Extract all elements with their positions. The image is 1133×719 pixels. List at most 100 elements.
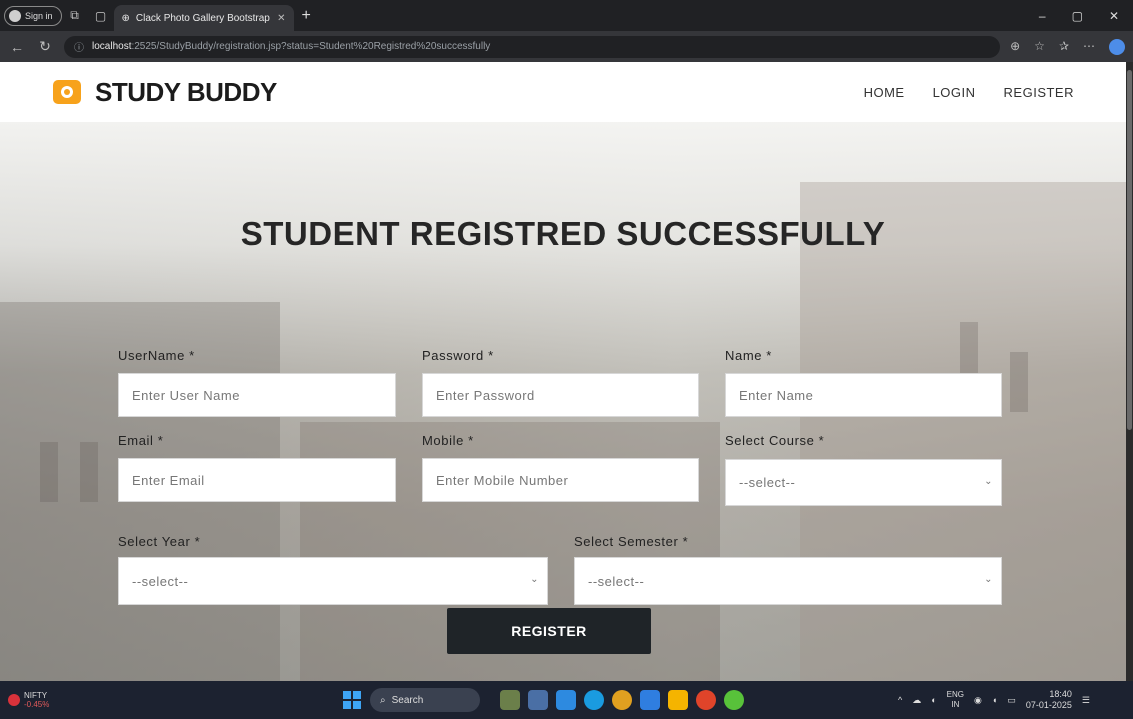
username-label: UserName *: [118, 348, 195, 363]
semester-label: Select Semester *: [574, 534, 689, 549]
extensions-icon[interactable]: ⧉: [62, 8, 88, 23]
stock-widget[interactable]: NIFTY -0.45%: [8, 691, 49, 709]
email-field[interactable]: [118, 458, 396, 502]
widgets-icon[interactable]: [500, 690, 520, 710]
info-icon: ⓘ: [74, 43, 84, 54]
register-button[interactable]: REGISTER: [447, 608, 651, 654]
chevron-down-icon: ⌄: [984, 476, 993, 487]
username-field[interactable]: [118, 373, 396, 417]
course-select-value: --select--: [739, 475, 796, 490]
url-host: localhost: [92, 41, 132, 52]
clock[interactable]: 18:40 07-01-2025: [1026, 689, 1072, 711]
password-label: Password *: [422, 348, 494, 363]
scrollbar-thumb[interactable]: [1127, 70, 1132, 430]
course-label: Select Course *: [725, 433, 825, 448]
system-tray: ^ ☁ ◐ ENG IN ◉ ◖ ▭ 18:40 07-01-2025 ☰: [898, 689, 1090, 711]
refresh-icon[interactable]: ↻: [36, 38, 54, 55]
browser-tab[interactable]: ⊕ Clack Photo Gallery Bootstrap Re ✕: [113, 5, 294, 31]
notification-icon[interactable]: ☰: [1082, 695, 1090, 706]
star-icon[interactable]: ☆: [1034, 39, 1045, 55]
ticker-change: -0.45%: [24, 700, 50, 709]
zoom-icon[interactable]: ⊕: [1010, 39, 1020, 55]
mobile-field[interactable]: [422, 458, 699, 502]
volume-icon[interactable]: ◖: [992, 695, 997, 705]
building-right: [800, 182, 1126, 681]
semester-select-value: --select--: [588, 573, 645, 589]
stock-down-icon: [8, 694, 20, 706]
ticker-name: NIFTY: [24, 691, 48, 700]
lang-top: ENG: [946, 690, 965, 699]
building-window: [1010, 352, 1028, 412]
folder-icon[interactable]: [668, 690, 688, 710]
wifi-icon[interactable]: ◉: [974, 695, 982, 706]
language-indicator[interactable]: ENG IN: [947, 690, 964, 710]
file-manager-icon[interactable]: [528, 690, 548, 710]
new-tab-icon[interactable]: +: [302, 7, 311, 25]
url-field[interactable]: ⓘ localhost:2525/StudyBuddy/registration…: [64, 35, 1001, 58]
minimize-icon[interactable]: –: [1039, 9, 1046, 23]
chrome-browser-icon[interactable]: [612, 690, 632, 710]
nav-menu: HOME LOGIN REGISTER: [864, 85, 1074, 100]
nav-login[interactable]: LOGIN: [933, 85, 976, 100]
password-field[interactable]: [422, 373, 699, 417]
sign-in-label: Sign in: [25, 10, 53, 21]
page-viewport: STUDY BUDDY HOME LOGIN REGISTER STUDENT …: [0, 62, 1126, 681]
name-label: Name *: [725, 348, 772, 363]
profile-icon: [9, 9, 21, 22]
username-input[interactable]: [132, 374, 395, 416]
nav-register[interactable]: REGISTER: [1004, 85, 1074, 100]
page-scrollbar[interactable]: [1126, 62, 1133, 681]
app-icon-red[interactable]: [696, 690, 716, 710]
search-icon: ⌕: [380, 694, 386, 706]
taskbar-search[interactable]: ⌕ Search: [370, 688, 480, 712]
hero-background: STUDENT REGISTRED SUCCESSFULLY UserName …: [0, 122, 1126, 681]
mobile-input[interactable]: [436, 459, 698, 501]
clock-time: 18:40: [1049, 689, 1072, 699]
copilot-app-icon[interactable]: [556, 690, 576, 710]
year-select-value: --select--: [132, 573, 189, 589]
tab-actions-icon[interactable]: ▢: [88, 9, 114, 23]
course-select[interactable]: --select-- ⌄: [725, 459, 1002, 506]
url-path: :2525/StudyBuddy/registration.jsp?status…: [131, 41, 491, 52]
address-bar-row: ← ↻ ⓘ localhost:2525/StudyBuddy/registra…: [0, 31, 1133, 62]
favorites-icon[interactable]: ✰: [1059, 39, 1069, 55]
site-navbar: STUDY BUDDY HOME LOGIN REGISTER: [0, 62, 1126, 122]
clock-date: 07-01-2025: [1025, 700, 1072, 710]
sign-in-button[interactable]: Sign in: [4, 5, 62, 26]
app-icon-green[interactable]: [724, 690, 744, 710]
email-input[interactable]: [132, 459, 395, 501]
chevron-up-icon[interactable]: ^: [898, 695, 902, 705]
building-window: [40, 442, 58, 502]
email-label: Email *: [118, 433, 164, 448]
close-tab-icon[interactable]: ✕: [277, 13, 285, 24]
edge-browser-icon[interactable]: [584, 690, 604, 710]
password-input[interactable]: [436, 374, 698, 416]
building-window: [80, 442, 98, 502]
search-label: Search: [391, 694, 424, 706]
name-field[interactable]: [725, 373, 1002, 417]
os-taskbar: NIFTY -0.45% ⌕ Search ^ ☁ ◐ ENG IN ◉ ◖ ▭…: [0, 681, 1133, 719]
more-icon[interactable]: ⋯: [1083, 39, 1095, 55]
name-input[interactable]: [739, 374, 1001, 416]
year-select[interactable]: --select-- ⌄: [118, 557, 548, 605]
year-label: Select Year *: [118, 534, 201, 549]
copilot-icon[interactable]: [1109, 38, 1125, 55]
semester-select[interactable]: --select-- ⌄: [574, 557, 1002, 605]
chevron-down-icon: ⌄: [530, 574, 539, 585]
battery-icon[interactable]: ▭: [1007, 695, 1016, 706]
camera-icon: [53, 80, 81, 104]
brand-name: STUDY BUDDY: [95, 76, 277, 107]
brand[interactable]: STUDY BUDDY: [53, 77, 277, 108]
maximize-icon[interactable]: ▢: [1072, 9, 1083, 23]
store-icon[interactable]: [640, 690, 660, 710]
windows-start-icon[interactable]: [343, 691, 361, 709]
edge-tray-icon[interactable]: ◐: [931, 695, 936, 705]
tab-title: Clack Photo Gallery Bootstrap Re: [135, 12, 272, 24]
window-controls: – ▢ ✕: [1039, 9, 1133, 23]
page-title: STUDENT REGISTRED SUCCESSFULLY: [240, 215, 886, 252]
cloud-icon[interactable]: ☁: [912, 695, 921, 706]
nav-home[interactable]: HOME: [864, 85, 905, 100]
browser-tab-bar: Sign in ⧉ ▢ ⊕ Clack Photo Gallery Bootst…: [0, 0, 1133, 31]
back-icon[interactable]: ←: [8, 39, 26, 55]
close-window-icon[interactable]: ✕: [1109, 9, 1119, 23]
